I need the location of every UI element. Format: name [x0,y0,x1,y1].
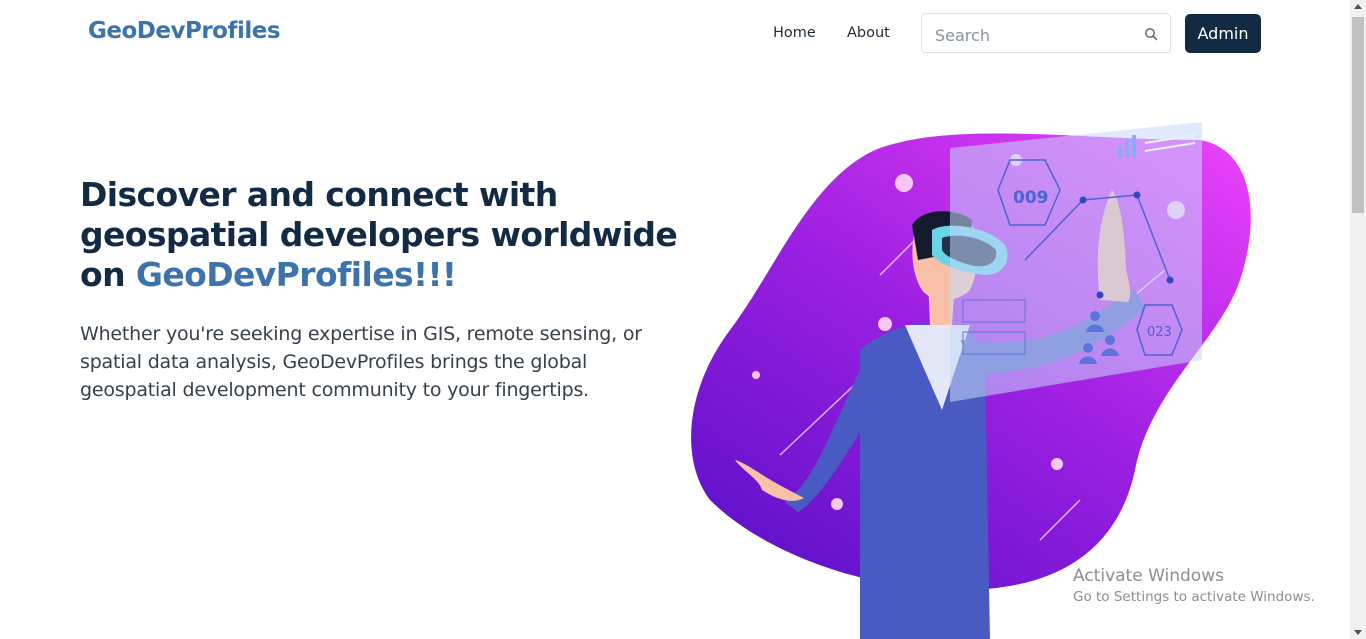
hero-title-brand: GeoDevProfiles!!! [135,255,457,294]
nav-home-link[interactable]: Home [773,25,816,41]
watermark-title: Activate Windows [1073,566,1224,586]
windows-activation-watermark: Activate Windows Go to Settings to activ… [1073,565,1315,607]
vertical-scrollbar[interactable] [1350,0,1366,639]
nav-about-link[interactable]: About [847,25,890,41]
admin-button[interactable]: Admin [1185,14,1261,53]
hex-label-009: 009 [1013,188,1049,208]
scroll-thumb[interactable] [1352,17,1364,213]
hero-title: Discover and connect with geospatial dev… [80,175,680,295]
search-box [921,13,1171,53]
search-input[interactable] [933,22,1137,48]
vr-developer-illustration: 009 023 [691,122,1251,639]
scroll-up-arrow-icon[interactable] [1354,4,1362,9]
hero-description: Whether you're seeking expertise in GIS,… [80,323,642,401]
search-icon[interactable] [1144,27,1158,41]
scroll-down-arrow-icon[interactable] [1354,630,1362,635]
header: GeoDevProfiles Home About Admin [0,0,1350,68]
brand-logo[interactable]: GeoDevProfiles [88,18,281,44]
hex-label-023: 023 [1147,325,1172,340]
watermark-subtitle: Go to Settings to activate Windows. [1073,589,1315,605]
